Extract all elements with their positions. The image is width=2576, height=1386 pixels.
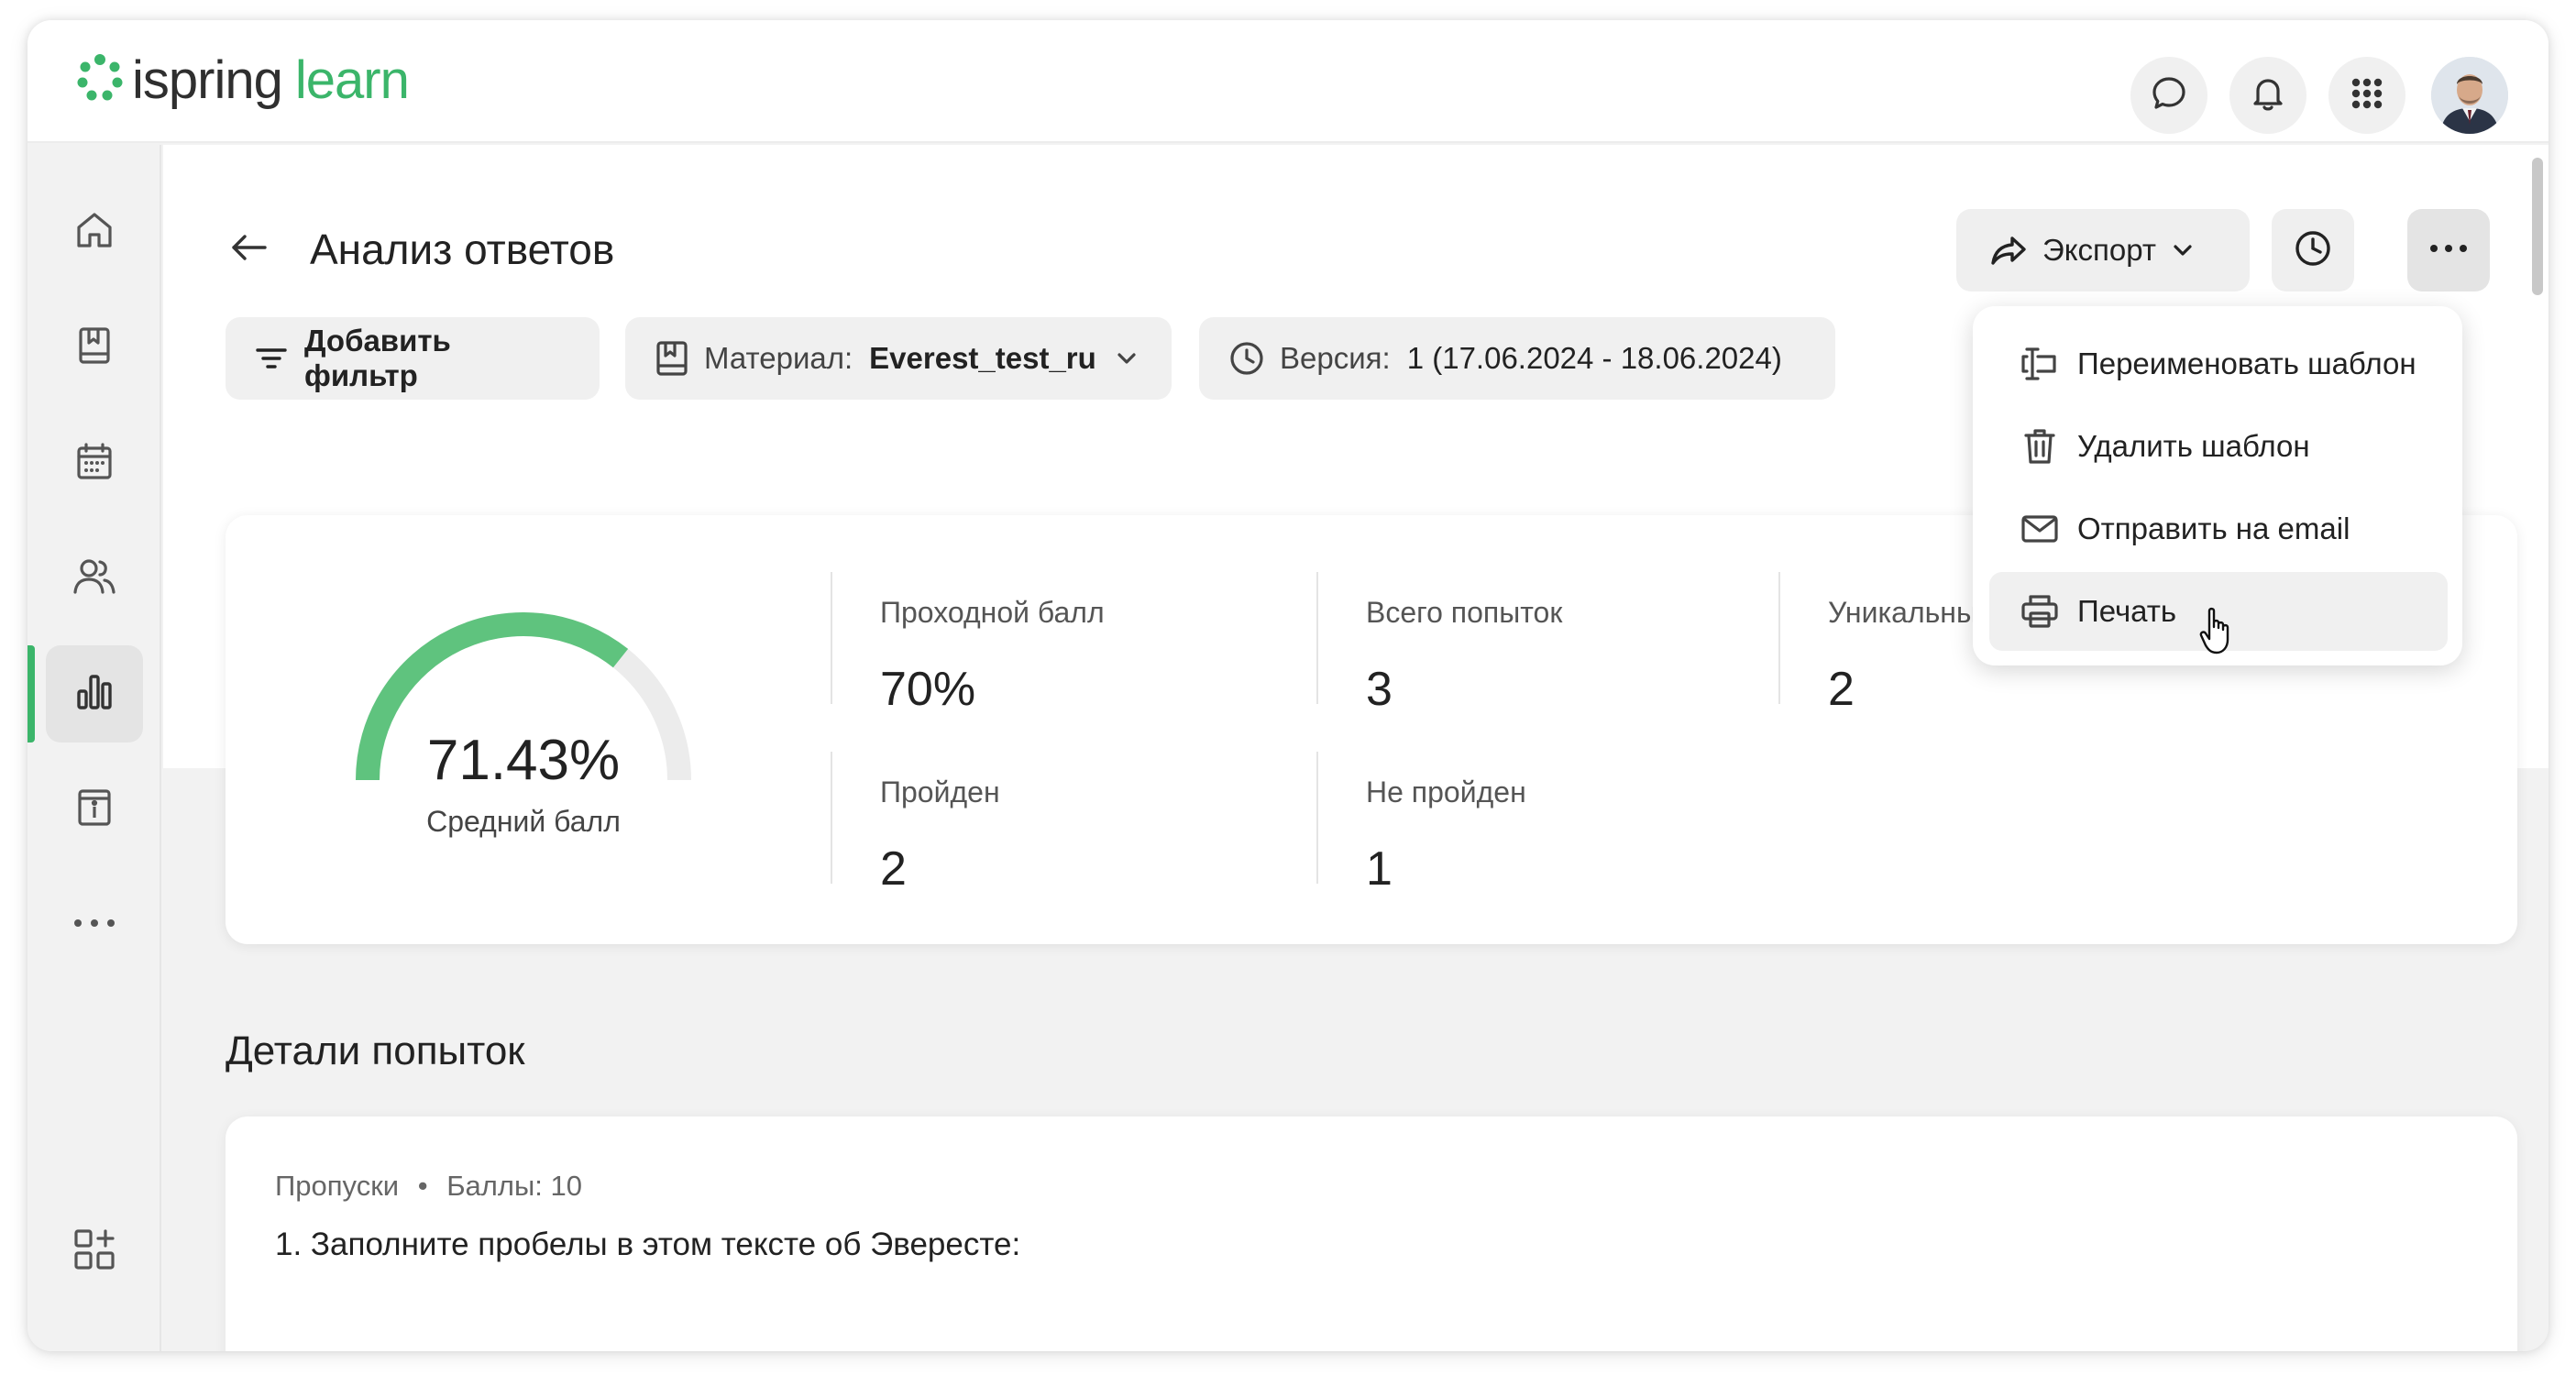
- material-label: Материал:: [704, 341, 853, 375]
- passed-value: 2: [880, 842, 907, 896]
- sidebar-item-add-widget[interactable]: [46, 1203, 143, 1300]
- chat-icon: [2149, 73, 2189, 118]
- divider: [1778, 572, 1780, 704]
- bell-icon: [2248, 73, 2288, 118]
- sidebar-item-more[interactable]: [46, 876, 143, 974]
- rename-icon: [2019, 343, 2061, 385]
- divider: [831, 752, 832, 884]
- add-filter-label: Добавить фильтр: [304, 324, 451, 392]
- unique-label: Уникальны: [1828, 596, 1977, 629]
- info-icon: [73, 786, 116, 833]
- notifications-button[interactable]: [2229, 57, 2306, 134]
- top-header: ispring learn: [28, 20, 2548, 143]
- meta-separator: •: [417, 1170, 428, 1202]
- logo-text-learn: learn: [294, 50, 410, 110]
- clock-icon: [2292, 227, 2334, 274]
- chat-button[interactable]: [2130, 57, 2207, 134]
- version-filter[interactable]: Версия: 1 (17.06.2024 - 18.06.2024): [1199, 317, 1835, 400]
- sidebar-item-home[interactable]: [46, 183, 143, 280]
- passing-score-label: Проходной балл: [880, 596, 1105, 629]
- user-avatar[interactable]: [2431, 57, 2508, 134]
- version-label: Версия:: [1280, 341, 1391, 375]
- total-attempts-value: 3: [1366, 663, 1393, 716]
- failed-value: 1: [1366, 842, 1393, 896]
- export-label: Экспорт: [2042, 233, 2156, 267]
- history-button[interactable]: [2272, 209, 2354, 292]
- hand-cursor-icon: [2198, 607, 2235, 661]
- scrollbar[interactable]: [2532, 158, 2543, 295]
- calendar-icon: [73, 440, 116, 487]
- sidebar-item-courses[interactable]: [46, 299, 143, 396]
- menu-item-label: Печать: [2077, 594, 2177, 628]
- share-icon: [1989, 234, 2028, 267]
- section-title: Детали попыток: [226, 1028, 525, 1073]
- question-text: 1. Заполните пробелы в этом тексте об Эв…: [275, 1226, 1021, 1262]
- passed-label: Пройден: [880, 776, 1000, 808]
- book-icon: [655, 340, 689, 377]
- users-icon: [72, 556, 117, 602]
- average-score-label: Средний балл: [426, 805, 621, 838]
- question-points: Баллы: 10: [446, 1170, 582, 1202]
- sidebar-item-reports[interactable]: [46, 645, 143, 742]
- divider: [831, 572, 832, 704]
- divider: [1316, 572, 1318, 704]
- logo-icon: [73, 51, 127, 109]
- menu-item-send-email[interactable]: Отправить на email: [1989, 490, 2448, 568]
- menu-item-label: Переименовать шаблон: [2077, 346, 2416, 380]
- sidebar-item-info[interactable]: [46, 761, 143, 858]
- arrow-left-icon: [228, 229, 270, 270]
- app-window: ispring learn Анализ ответов Экспорт Доб…: [28, 20, 2548, 1351]
- mail-icon: [2019, 508, 2061, 550]
- apps-button[interactable]: [2328, 57, 2405, 134]
- material-filter[interactable]: Материал: Everest_test_ru: [625, 317, 1172, 400]
- sidebar-item-calendar[interactable]: [46, 414, 143, 512]
- chevron-down-icon: [1115, 350, 1139, 367]
- page-title: Анализ ответов: [310, 226, 615, 273]
- more-options-button[interactable]: [2407, 209, 2490, 292]
- add-widget-icon: [72, 1226, 117, 1277]
- menu-item-rename-template[interactable]: Переименовать шаблон: [1989, 324, 2448, 403]
- bar-chart-icon: [73, 671, 116, 718]
- material-value: Everest_test_ru: [869, 341, 1096, 375]
- total-attempts-label: Всего попыток: [1366, 596, 1563, 629]
- add-filter-button[interactable]: Добавить фильтр: [226, 317, 600, 400]
- menu-item-label: Удалить шаблон: [2077, 429, 2310, 463]
- filter-icon: [255, 345, 288, 372]
- chevron-down-icon: [2171, 242, 2195, 258]
- question-meta: Пропуски • Баллы: 10: [275, 1170, 582, 1203]
- question-card: Пропуски • Баллы: 10 1. Заполните пробел…: [226, 1116, 2517, 1351]
- export-button[interactable]: Экспорт: [1956, 209, 2250, 292]
- apps-grid-icon: [2347, 73, 2387, 118]
- unique-value: 2: [1828, 663, 1855, 716]
- question-type: Пропуски: [275, 1170, 400, 1202]
- menu-item-delete-template[interactable]: Удалить шаблон: [1989, 407, 2448, 486]
- average-score-value: 71.43%: [426, 729, 621, 792]
- menu-item-label: Отправить на email: [2077, 512, 2350, 545]
- more-horizontal-icon: [2428, 242, 2469, 259]
- home-icon: [73, 209, 116, 256]
- more-horizontal-icon: [72, 914, 117, 937]
- divider: [1316, 752, 1318, 884]
- book-icon: [73, 324, 116, 371]
- passing-score-value: 70%: [880, 663, 976, 716]
- sidebar-item-users[interactable]: [46, 530, 143, 627]
- active-indicator: [28, 645, 35, 742]
- sidebar: [28, 145, 161, 1351]
- logo[interactable]: ispring learn: [73, 48, 410, 112]
- clock-icon: [1228, 340, 1265, 377]
- version-value: 1 (17.06.2024 - 18.06.2024): [1406, 341, 1782, 375]
- printer-icon: [2019, 590, 2061, 632]
- back-button[interactable]: [222, 222, 277, 277]
- failed-label: Не пройден: [1366, 776, 1526, 808]
- logo-text-ispring: ispring: [132, 50, 283, 110]
- trash-icon: [2019, 425, 2061, 468]
